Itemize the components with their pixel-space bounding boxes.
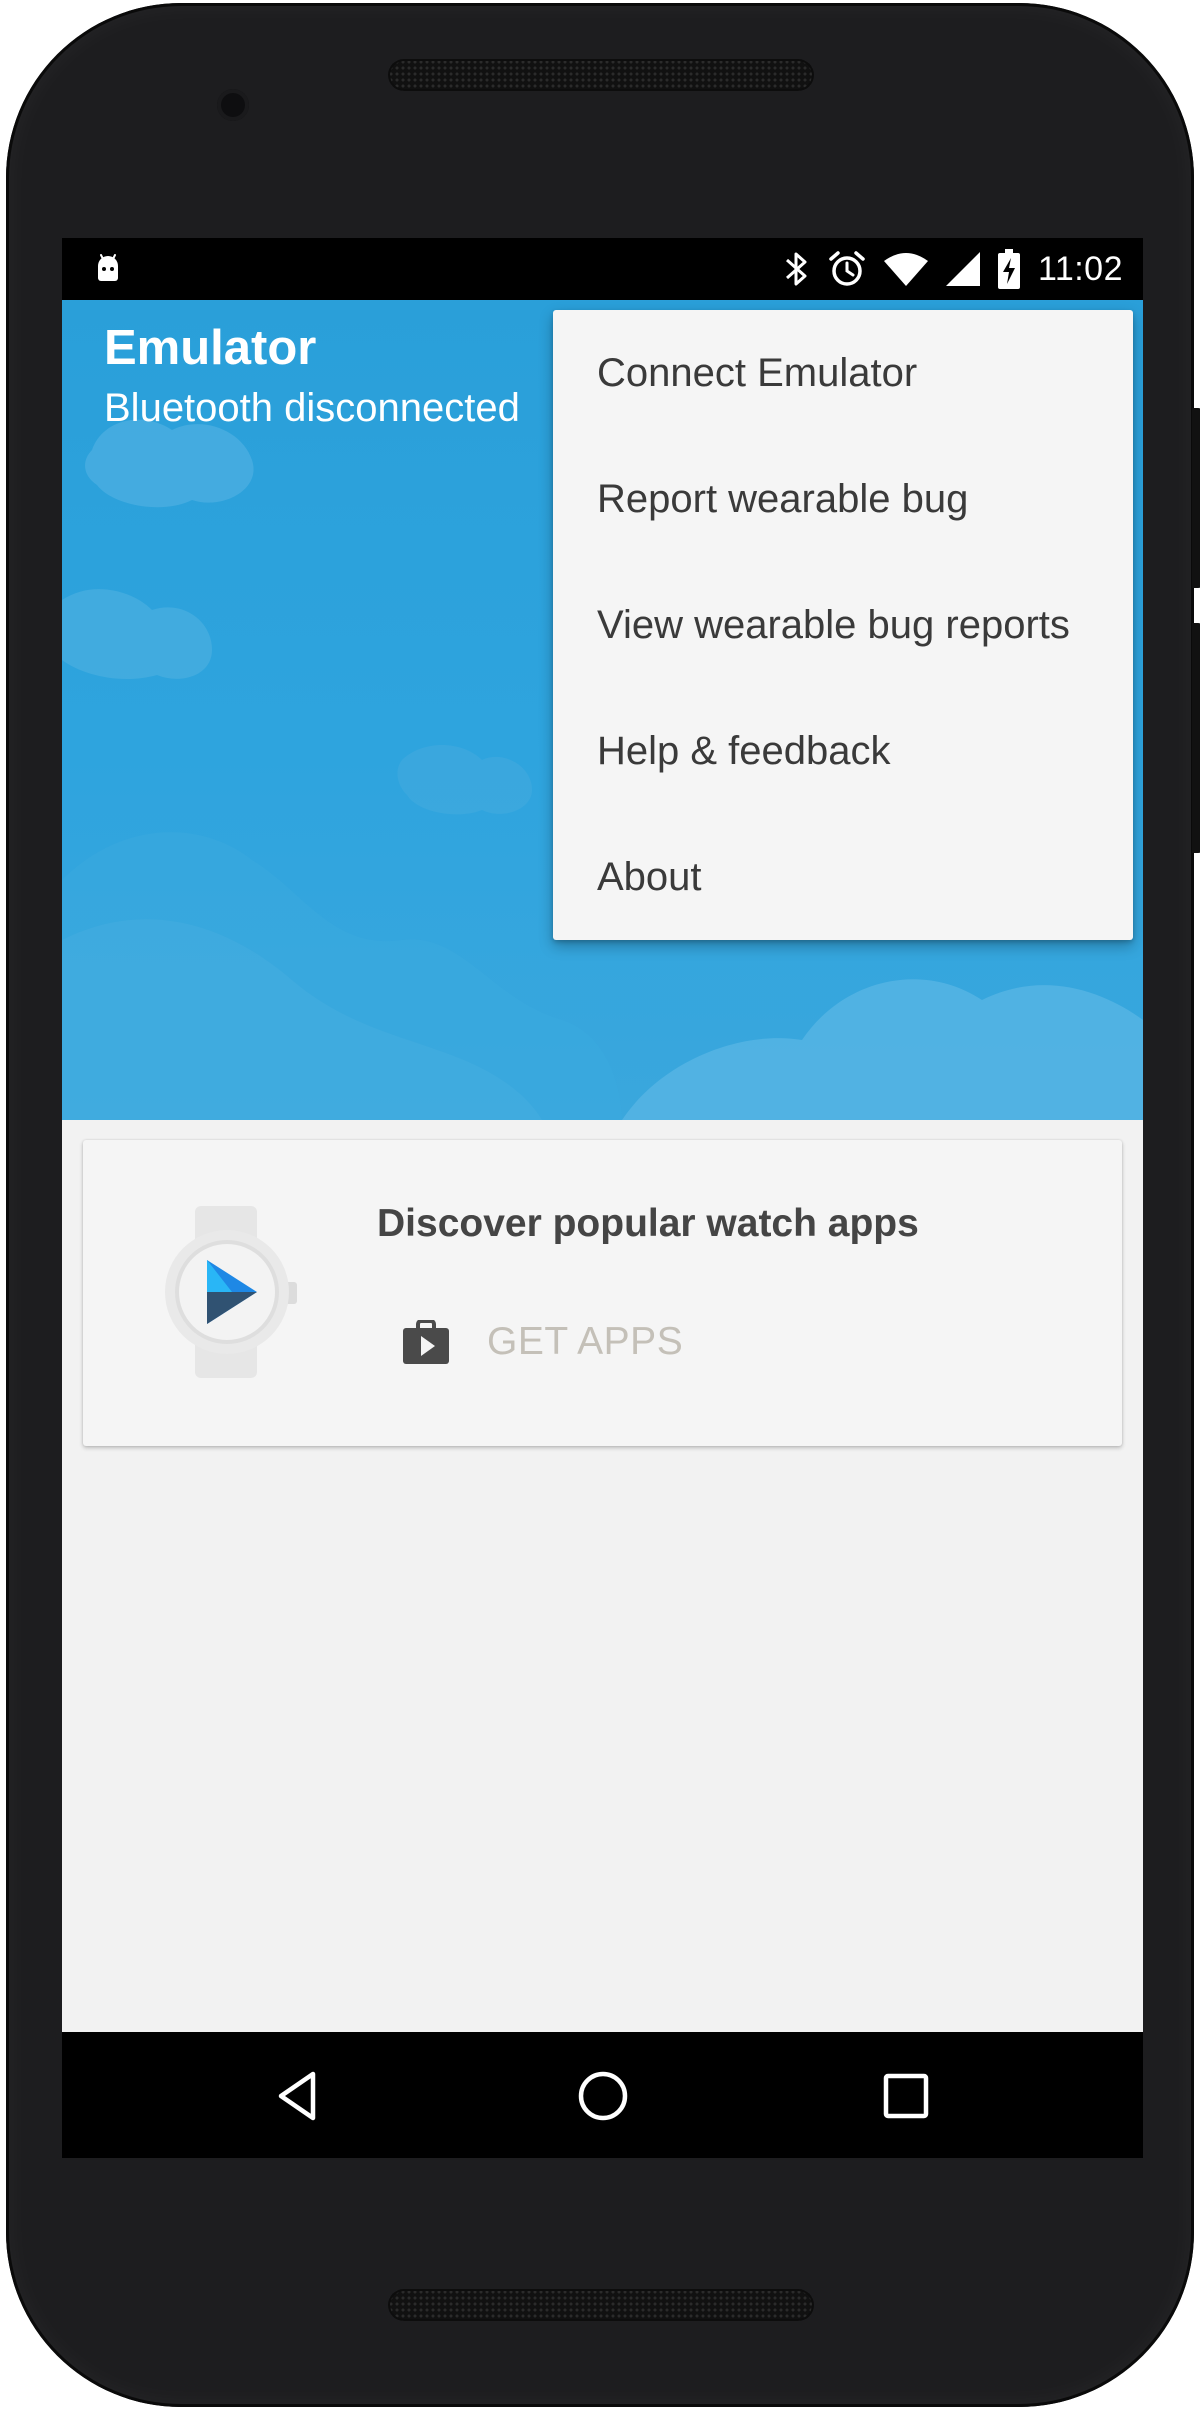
recents-icon[interactable]	[876, 2066, 936, 2126]
card-title: Discover popular watch apps	[377, 1202, 919, 1245]
app-title: Emulator	[104, 321, 317, 375]
power-button[interactable]	[1192, 623, 1200, 853]
watch-play-icon	[165, 1206, 297, 1378]
home-icon[interactable]	[573, 2066, 633, 2126]
navigation-bar	[62, 2032, 1143, 2158]
phone-frame: 11:02 Emulator Bluetooth disconnected Co…	[6, 3, 1200, 2407]
status-bar: 11:02	[62, 238, 1143, 300]
battery-charging-icon	[997, 249, 1020, 289]
clock: 11:02	[1037, 249, 1123, 288]
get-apps-label: GET APPS	[487, 1320, 684, 1363]
menu-item-view-wearable-bug-reports[interactable]: View wearable bug reports	[553, 562, 1133, 688]
discover-apps-card: Discover popular watch apps GET APPS	[83, 1140, 1122, 1446]
menu-item-report-wearable-bug[interactable]: Report wearable bug	[553, 436, 1133, 562]
get-apps-button[interactable]: GET APPS	[403, 1310, 683, 1374]
top-speaker	[388, 59, 814, 91]
menu-item-connect-emulator[interactable]: Connect Emulator	[553, 310, 1133, 436]
connection-status: Bluetooth disconnected	[104, 386, 520, 430]
back-icon[interactable]	[269, 2066, 329, 2126]
volume-button[interactable]	[1192, 408, 1200, 588]
bottom-speaker	[388, 2289, 814, 2321]
menu-item-about[interactable]: About	[553, 814, 1133, 940]
wifi-icon	[883, 253, 928, 286]
signal-icon	[945, 252, 980, 286]
device-screen: 11:02 Emulator Bluetooth disconnected Co…	[62, 238, 1143, 2158]
front-camera	[217, 89, 249, 121]
overflow-menu: Connect Emulator Report wearable bug Vie…	[553, 310, 1133, 940]
android-icon	[98, 254, 118, 281]
play-store-bag-icon	[403, 1320, 449, 1364]
menu-item-help-feedback[interactable]: Help & feedback	[553, 688, 1133, 814]
bluetooth-icon	[785, 252, 807, 286]
alarm-icon	[829, 251, 865, 286]
